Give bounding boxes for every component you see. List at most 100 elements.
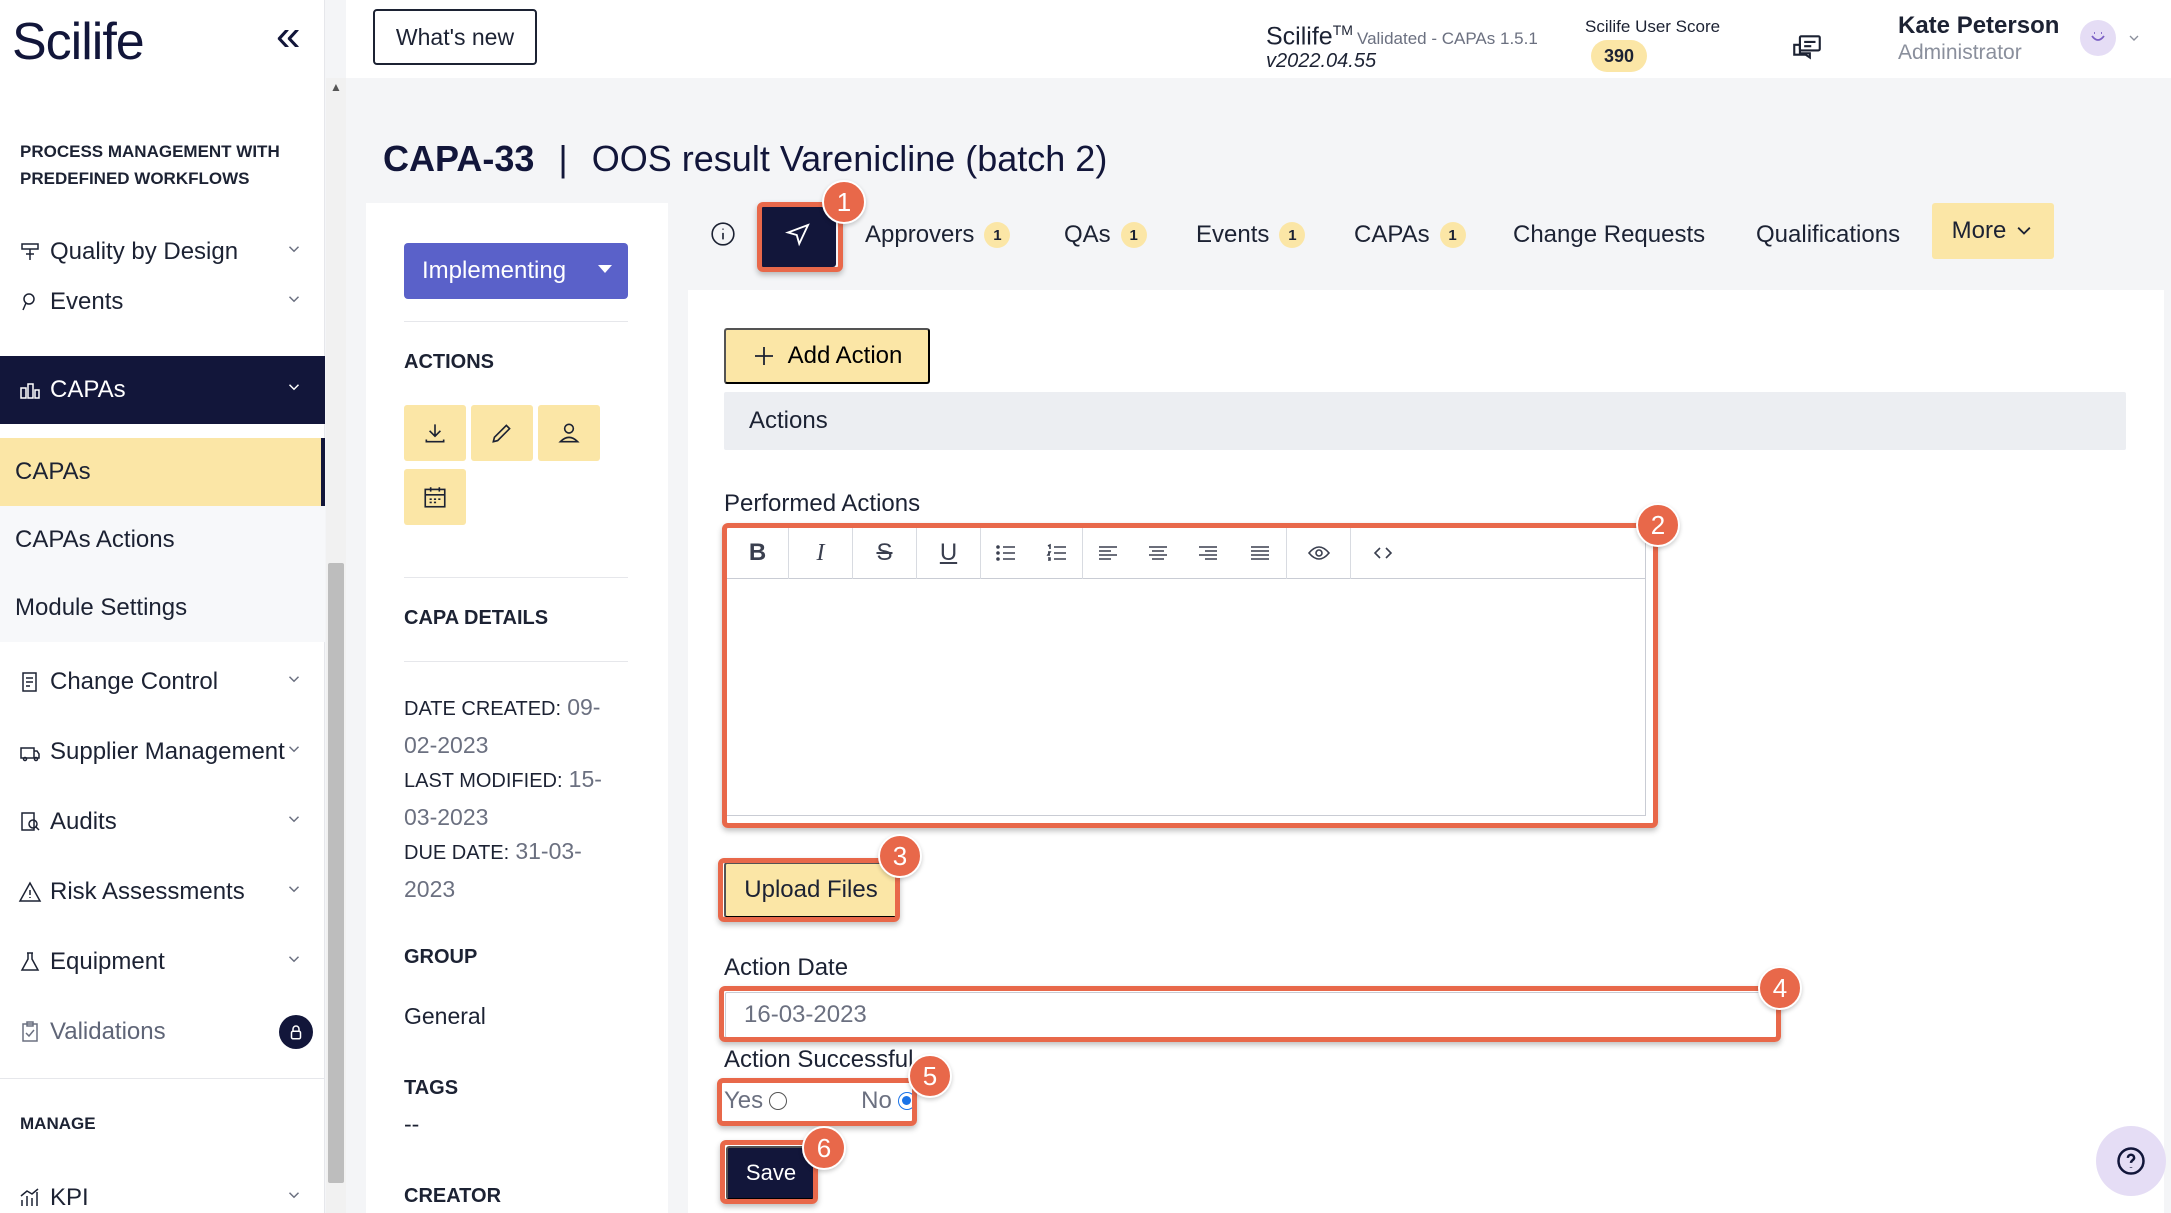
scilife-logo[interactable]: Scilife xyxy=(12,12,145,72)
record-tabs: Approvers 1 QAs 1 Events 1 CAPAs 1 Chang… xyxy=(688,203,2171,271)
chevron-down-icon xyxy=(288,886,300,893)
scrollbar-thumb[interactable] xyxy=(328,563,344,1183)
help-button[interactable] xyxy=(2096,1126,2166,1196)
cursor-icon xyxy=(785,223,810,247)
chevron-down-icon xyxy=(288,746,300,753)
edit-button[interactable] xyxy=(471,405,533,461)
pencil-icon xyxy=(492,424,511,443)
tab-count-badge: 1 xyxy=(1279,222,1306,248)
sidebar-item-events[interactable]: Events xyxy=(0,268,325,336)
user-menu-chevron-icon[interactable] xyxy=(2126,30,2142,46)
version-status: Validated - CAPAs 1.5.1 xyxy=(1357,29,1538,48)
sidebar-item-capas[interactable]: CAPAs xyxy=(0,356,325,424)
chevron-down-icon xyxy=(2017,227,2031,235)
action-successful-label: Action Successful xyxy=(724,1046,914,1073)
sidebar-item-risk-assessments[interactable]: Risk Assessments xyxy=(0,858,325,926)
user-role: Administrator xyxy=(1898,41,2022,64)
action-date-input[interactable] xyxy=(725,992,1781,1038)
no-label: No xyxy=(861,1087,892,1114)
sidebar-item-label: Change Control xyxy=(50,668,219,695)
tab-capas[interactable]: CAPAs 1 xyxy=(1354,221,1466,249)
sidebar-subitem-label: Module Settings xyxy=(15,594,188,621)
date-created-label: DATE CREATED: xyxy=(404,698,562,720)
sidebar-item-validations[interactable]: Validations xyxy=(0,998,325,1066)
due-date-label: DUE DATE: xyxy=(404,842,510,864)
sidebar-subitem-capas-actions[interactable]: CAPAs Actions xyxy=(0,506,325,574)
download-button[interactable] xyxy=(404,405,466,461)
assign-user-button[interactable] xyxy=(538,405,600,461)
bold-icon[interactable]: B xyxy=(727,527,789,579)
whats-new-button[interactable]: What's new xyxy=(373,9,537,65)
tab-qas[interactable]: QAs 1 xyxy=(1064,221,1147,249)
download-icon xyxy=(425,424,445,443)
tags-heading: TAGS xyxy=(404,1077,459,1099)
sidebar-subitem-module-settings[interactable]: Module Settings xyxy=(0,574,325,642)
user-icon xyxy=(558,423,580,443)
performed-actions-label: Performed Actions xyxy=(724,490,921,517)
user-name[interactable]: Kate Peterson xyxy=(1898,12,2059,40)
strikethrough-icon[interactable]: S xyxy=(853,527,917,579)
tab-label: QAs xyxy=(1064,221,1111,248)
align-center-icon[interactable] xyxy=(1133,527,1183,579)
status-label: Implementing xyxy=(422,257,567,284)
upload-files-button[interactable]: Upload Files xyxy=(724,862,898,918)
add-action-label: Add Action xyxy=(787,342,903,369)
calendar-button[interactable] xyxy=(404,469,466,525)
scroll-up-icon[interactable]: ▲ xyxy=(330,80,342,94)
performed-actions-editor[interactable]: B I S U xyxy=(726,526,1646,816)
italic-icon[interactable]: I xyxy=(789,527,853,579)
sidebar-item-label: KPI xyxy=(50,1184,89,1211)
add-action-button[interactable]: Add Action xyxy=(724,328,930,384)
align-right-icon[interactable] xyxy=(1183,527,1233,579)
align-justify-icon[interactable] xyxy=(1233,527,1287,579)
sidebar-scrollbar[interactable]: ▲ xyxy=(326,78,346,1213)
section-title-manage: MANAGE xyxy=(20,1114,96,1133)
tab-events[interactable]: Events 1 xyxy=(1196,221,1306,249)
tab-qualifications[interactable]: Qualifications xyxy=(1756,221,1900,249)
title-separator: | xyxy=(558,138,568,179)
clipboard-icon xyxy=(16,1018,44,1046)
align-left-icon[interactable] xyxy=(1083,527,1133,579)
capa-title: OOS result Varenicline (batch 2) xyxy=(591,138,1108,179)
code-view-icon[interactable] xyxy=(1351,527,1415,579)
warning-icon xyxy=(16,878,44,906)
caret-down-icon xyxy=(598,265,612,273)
no-radio[interactable] xyxy=(897,1092,916,1110)
user-score-label: Scilife User Score xyxy=(1585,17,1721,36)
underline-icon[interactable]: U xyxy=(917,527,981,579)
annotation-step-5: 5 xyxy=(908,1054,952,1098)
tab-label: CAPAs xyxy=(1354,221,1430,248)
help-icon xyxy=(2117,1147,2145,1175)
sidebar-item-kpi[interactable]: KPI xyxy=(0,1164,325,1213)
preview-eye-icon[interactable] xyxy=(1287,527,1351,579)
status-dropdown[interactable]: Implementing xyxy=(404,243,628,299)
capa-details-heading: CAPA DETAILS xyxy=(404,607,549,629)
more-tabs-button[interactable]: More xyxy=(1932,203,2054,259)
annotation-step-2: 2 xyxy=(1636,503,1680,547)
sidebar-item-change-control[interactable]: Change Control xyxy=(0,648,325,716)
action-successful-radio-group: Yes No xyxy=(724,1086,916,1116)
sidebar-item-audits[interactable]: Audits xyxy=(0,788,325,856)
sidebar-item-equipment[interactable]: Equipment xyxy=(0,928,325,996)
avatar[interactable] xyxy=(2080,20,2116,56)
annotation-step-4: 4 xyxy=(1758,966,1802,1010)
sidebar-subitem-capas[interactable]: CAPAs xyxy=(0,438,325,506)
tab-label: Change Requests xyxy=(1513,221,1706,248)
tab-approvers[interactable]: Approvers 1 xyxy=(865,221,1011,249)
info-icon[interactable] xyxy=(710,221,736,247)
audit-icon xyxy=(16,808,44,836)
capa-left-panel: Implementing ACTIONS CAPA DETAILS DATE C… xyxy=(366,203,668,1213)
creator-heading: CREATOR xyxy=(404,1185,502,1207)
sidebar-item-supplier-management[interactable]: Supplier Management xyxy=(0,718,325,786)
capa-id: CAPA-33 xyxy=(383,138,535,179)
change-control-icon xyxy=(16,668,44,696)
due-date: DUE DATE: 31-03-2023 xyxy=(404,833,628,908)
bullet-list-icon[interactable] xyxy=(981,527,1031,579)
tab-label: Events xyxy=(1196,221,1270,248)
collapse-sidebar-icon[interactable]: « xyxy=(276,14,300,58)
tab-change-requests[interactable]: Change Requests xyxy=(1513,221,1705,249)
numbered-list-icon[interactable] xyxy=(1031,527,1083,579)
event-icon xyxy=(16,288,44,316)
chat-icon[interactable] xyxy=(1790,32,1824,66)
yes-radio[interactable] xyxy=(769,1092,788,1110)
